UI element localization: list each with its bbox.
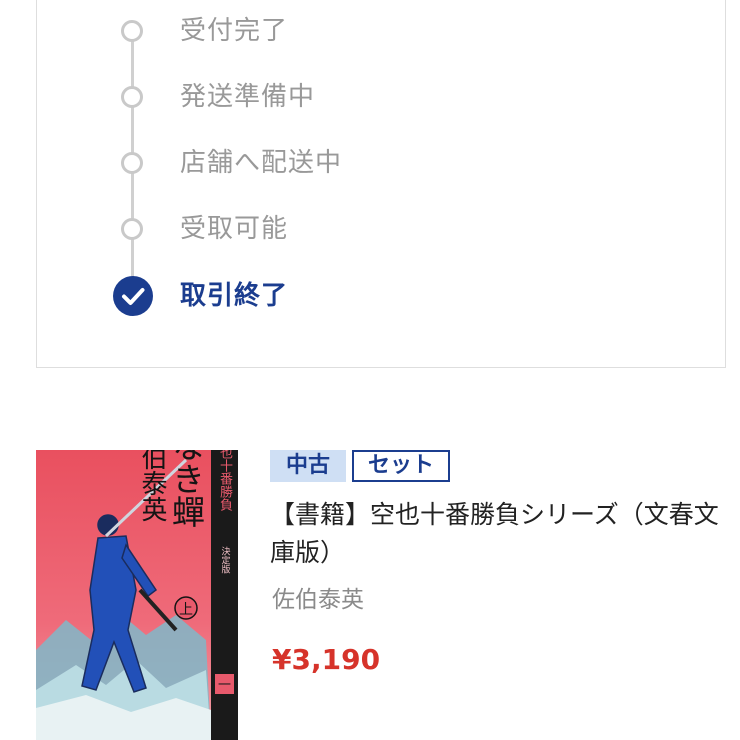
status-step-received: 受付完了 [37,11,637,51]
step-label: 店舗へ配送中 [180,148,343,178]
order-status-card: 受付完了 発送準備中 店舗へ配送中 受取可能 取引終了 [36,0,726,368]
used-badge: 中古 [270,450,347,482]
step-dot-icon [121,86,143,108]
step-label: 受付完了 [180,16,289,46]
step-label: 発送準備中 [180,82,316,112]
set-badge: セット [352,450,451,482]
product-title-link[interactable]: 【書籍】空也十番勝負シリーズ（文春文庫版） [270,496,720,572]
svg-text:声なき蟬: 声なき蟬 [167,450,206,528]
step-label: 受取可能 [180,214,289,244]
checkmark-icon [113,276,153,316]
status-step-shipping: 店舗へ配送中 [37,143,637,183]
svg-text:一: 一 [218,678,231,693]
status-step-complete: 取引終了 [37,276,637,316]
step-dot-icon [121,152,143,174]
book-cover-image[interactable]: 空也十番勝負 決定版 一 声なき蟬 上 佐伯泰英 [36,450,238,740]
product-author: 佐伯泰英 [272,587,364,613]
step-label: 取引終了 [180,281,289,311]
status-step-ready: 受取可能 [37,209,637,249]
product-tags: 中古 セット [270,450,451,482]
step-dot-icon [121,218,143,240]
step-dot-icon [121,20,143,42]
svg-text:決定版: 決定版 [220,545,231,574]
status-step-preparing: 発送準備中 [37,77,637,117]
svg-text:佐伯泰英: 佐伯泰英 [137,450,167,522]
svg-text:上: 上 [179,602,193,618]
svg-text:空也十番勝負: 空也十番勝負 [217,450,233,512]
product-price: ¥3,190 [272,643,381,676]
